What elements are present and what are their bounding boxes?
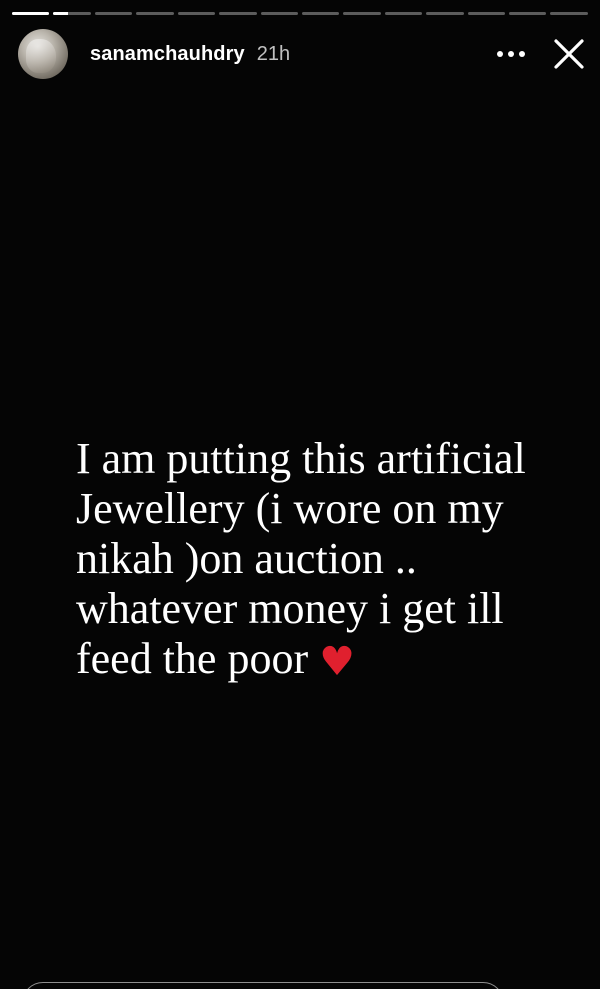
avatar[interactable] [18, 29, 68, 79]
caption-text: I am putting this artificial Jewellery (… [76, 434, 526, 683]
progress-segment [301, 12, 340, 15]
progress-segment [94, 12, 133, 15]
story-caption: I am putting this artificial Jewellery (… [76, 434, 576, 687]
close-icon[interactable] [552, 37, 586, 71]
progress-segment [343, 12, 381, 15]
progress-segment [550, 12, 588, 15]
heart-emoji: ♥ [319, 639, 355, 685]
progress-segment [384, 12, 423, 15]
progress-segment [509, 12, 547, 15]
progress-segment [177, 12, 216, 15]
story-header: sanamchauhdry 21h [18, 28, 586, 80]
progress-segment [260, 12, 298, 15]
reply-input[interactable] [22, 982, 504, 989]
progress-segment [467, 12, 506, 15]
more-horizontal-icon[interactable] [494, 39, 528, 69]
username[interactable]: sanamchauhdry [90, 43, 245, 66]
progress-segment [426, 12, 464, 15]
progress-segment-fill [53, 12, 69, 15]
progress-segment-fill [12, 12, 50, 15]
story-progress-bar [12, 12, 588, 15]
timestamp: 21h [256, 42, 291, 65]
progress-segment [219, 12, 257, 15]
progress-segment [136, 12, 174, 15]
story-viewer: sanamchauhdry 21h I am putting this arti… [0, 0, 600, 989]
progress-segment [12, 12, 50, 15]
progress-segment [53, 12, 91, 15]
